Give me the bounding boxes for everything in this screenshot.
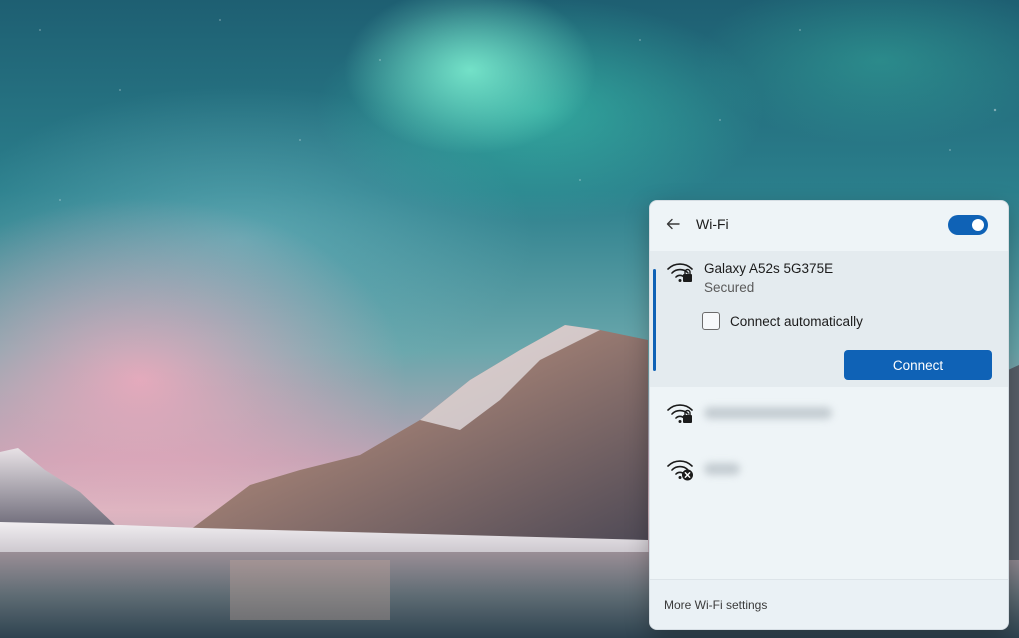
wifi-toggle[interactable]: [948, 215, 988, 235]
connect-automatically-label: Connect automatically: [730, 314, 863, 329]
network-list-item[interactable]: [650, 445, 1008, 493]
wifi-secured-icon: [667, 263, 693, 282]
obscured-network-name: [704, 407, 832, 419]
connect-automatically-checkbox[interactable]: [702, 312, 720, 330]
panel-title: Wi-Fi: [696, 216, 729, 232]
panel-header: Wi-Fi: [650, 201, 1008, 249]
panel-footer: More Wi-Fi settings: [650, 579, 1008, 629]
selected-network[interactable]: Galaxy A52s 5G375E Secured Connect autom…: [650, 251, 1008, 387]
network-list-item[interactable]: [650, 389, 1008, 437]
wifi-flyout-panel: Wi-Fi Galaxy A52s 5G375E Secured Connect…: [649, 200, 1009, 630]
connect-button[interactable]: Connect: [844, 350, 992, 380]
back-button[interactable]: [662, 213, 684, 235]
toggle-knob: [972, 219, 984, 231]
wifi-secured-icon: [667, 404, 693, 423]
network-status: Secured: [704, 280, 755, 295]
wifi-no-internet-icon: [667, 460, 693, 481]
selection-indicator: [653, 269, 656, 371]
back-arrow-icon: [666, 218, 680, 230]
network-name: Galaxy A52s 5G375E: [704, 261, 834, 276]
obscured-network-name: [704, 463, 740, 475]
more-wifi-settings-link[interactable]: More Wi-Fi settings: [664, 598, 767, 612]
